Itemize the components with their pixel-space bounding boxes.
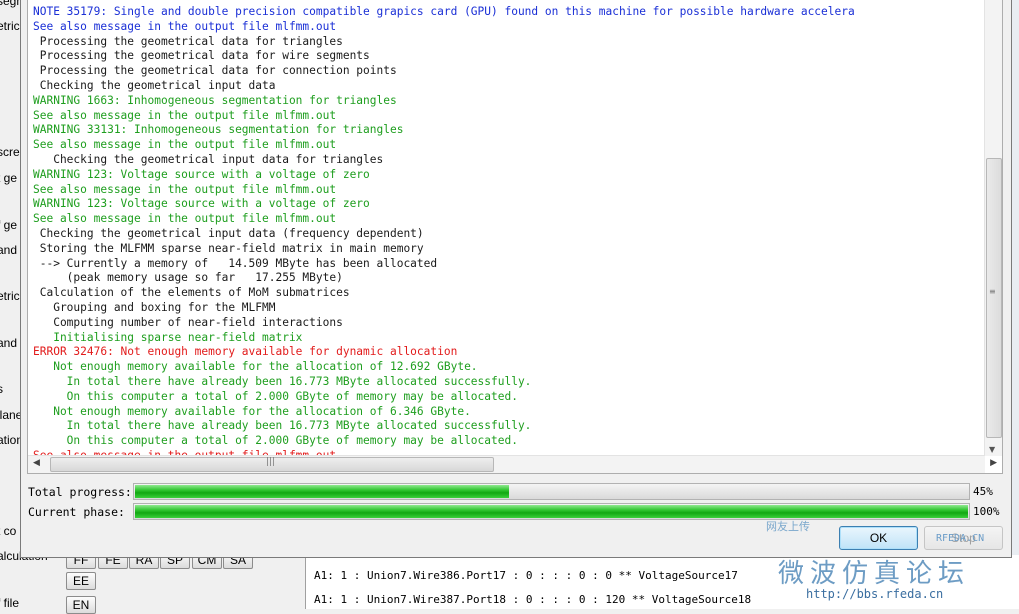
log-line: WARNING 1663: Inhomogeneous segmentation…	[33, 93, 397, 107]
en-button[interactable]: EN	[66, 596, 96, 614]
log-line: Checking the geometrical input data	[33, 78, 276, 92]
log-line: Not enough memory available for the allo…	[33, 404, 471, 418]
bg-bottom-label: f file	[0, 596, 20, 610]
log-line: Checking the geometrical input data for …	[33, 152, 384, 166]
bg-log-line: A1: 1 : Union7.Wire387.Port18 : 0 : : : …	[314, 593, 752, 606]
log-line: Processing the geometrical data for conn…	[33, 64, 397, 78]
watermark-url-text: http://bbs.rfeda.cn	[806, 587, 944, 601]
log-line: WARNING 123: Voltage source with a volta…	[33, 167, 370, 181]
bg-left-label: etric	[0, 289, 20, 303]
log-line: Not enough memory available for the allo…	[33, 360, 478, 374]
current-phase-bar	[133, 503, 970, 520]
bg-bottom-label: t co	[0, 524, 17, 538]
ee-button[interactable]: EE	[66, 572, 96, 590]
log-line: In total there have already been 16.773 …	[33, 374, 532, 388]
log-line: Storing the MLFMM sparse near-field matr…	[33, 241, 424, 255]
log-line: Computing number of near-field interacti…	[33, 315, 343, 329]
total-progress-fill	[135, 485, 509, 498]
solver-progress-dialog: NOTE 35179: Single and double precision …	[20, 0, 1012, 558]
log-line: See also message in the output file mlfm…	[33, 108, 337, 122]
log-line: ERROR 32476: Not enough memory available…	[33, 345, 458, 359]
scroll-grip-icon: |||	[266, 457, 276, 467]
scroll-down-arrow-icon[interactable]: ▼	[989, 445, 995, 454]
bg-left-label: f ge	[0, 218, 18, 232]
current-phase-fill	[135, 505, 968, 518]
total-progress-percent: 45%	[973, 485, 993, 498]
watermark-rfeda-text: RFEDA.CN	[936, 533, 985, 544]
log-line: See also message in the output file mlfm…	[33, 182, 337, 196]
current-phase-label: Current phase:	[28, 505, 125, 519]
log-line: On this computer a total of 2.000 GByte …	[33, 434, 518, 448]
log-line: NOTE 35179: Single and double precision …	[33, 5, 855, 18]
vertical-scroll-thumb[interactable]	[986, 158, 1002, 438]
bg-left-label: llane	[0, 408, 23, 422]
log-line: Processing the geometrical data for wire…	[33, 49, 370, 63]
log-line: Grouping and boxing for the MLFMM	[33, 300, 276, 314]
log-line: Processing the geometrical data for tria…	[33, 34, 343, 48]
vertical-scrollbar[interactable]: ≡ ▼	[984, 0, 1002, 456]
bg-left-label: s	[0, 382, 3, 396]
log-line: --> Currently a memory of 14.509 MByte h…	[33, 256, 438, 270]
horizontal-scroll-thumb[interactable]: |||	[50, 457, 494, 472]
log-line: Checking the geometrical input data (fre…	[33, 226, 424, 240]
log-lines: NOTE 35179: Single and double precision …	[33, 5, 983, 455]
log-line: See also message in the output file mlfm…	[33, 212, 337, 226]
bg-left-label: and	[0, 243, 18, 257]
log-line: (peak memory usage so far 17.255 MByte)	[33, 271, 343, 285]
watermark-forum-text: 微波仿真论坛	[778, 559, 971, 589]
horizontal-scrollbar[interactable]: ◀ ||| ▶	[28, 455, 997, 473]
scroll-right-arrow-icon[interactable]: ▶	[990, 458, 997, 468]
scroll-left-arrow-icon[interactable]: ◀	[33, 458, 40, 468]
bg-log-line: A1: 1 : Union7.Wire386.Port17 : 0 : : : …	[314, 569, 738, 582]
log-line: WARNING 123: Voltage source with a volta…	[33, 197, 370, 211]
watermark-upload-text: 网友上传	[766, 520, 810, 533]
log-output[interactable]: NOTE 35179: Single and double precision …	[27, 0, 1003, 474]
current-phase-percent: 100%	[973, 505, 1000, 518]
scroll-grip-icon: ≡	[989, 287, 996, 296]
log-line: In total there have already been 16.773 …	[33, 419, 532, 433]
log-line: See also message in the output file mlfm…	[33, 19, 337, 33]
bg-left-label: scre	[0, 145, 20, 159]
total-progress-bar	[133, 483, 970, 500]
bg-left-label: and	[0, 336, 18, 350]
total-progress-label: Total progress:	[28, 485, 132, 499]
log-line: WARNING 33131: Inhomogeneous segmentatio…	[33, 123, 404, 137]
ok-button[interactable]: OK	[839, 526, 918, 550]
log-line: Calculation of the elements of MoM subma…	[33, 286, 350, 300]
bg-left-label: etric	[0, 19, 20, 33]
log-line: See also message in the output file mlfm…	[33, 138, 337, 152]
log-line: On this computer a total of 2.000 GByte …	[33, 389, 518, 403]
bg-left-label: t ge	[0, 171, 18, 185]
log-line: Initialising sparse near-field matrix	[33, 330, 303, 344]
